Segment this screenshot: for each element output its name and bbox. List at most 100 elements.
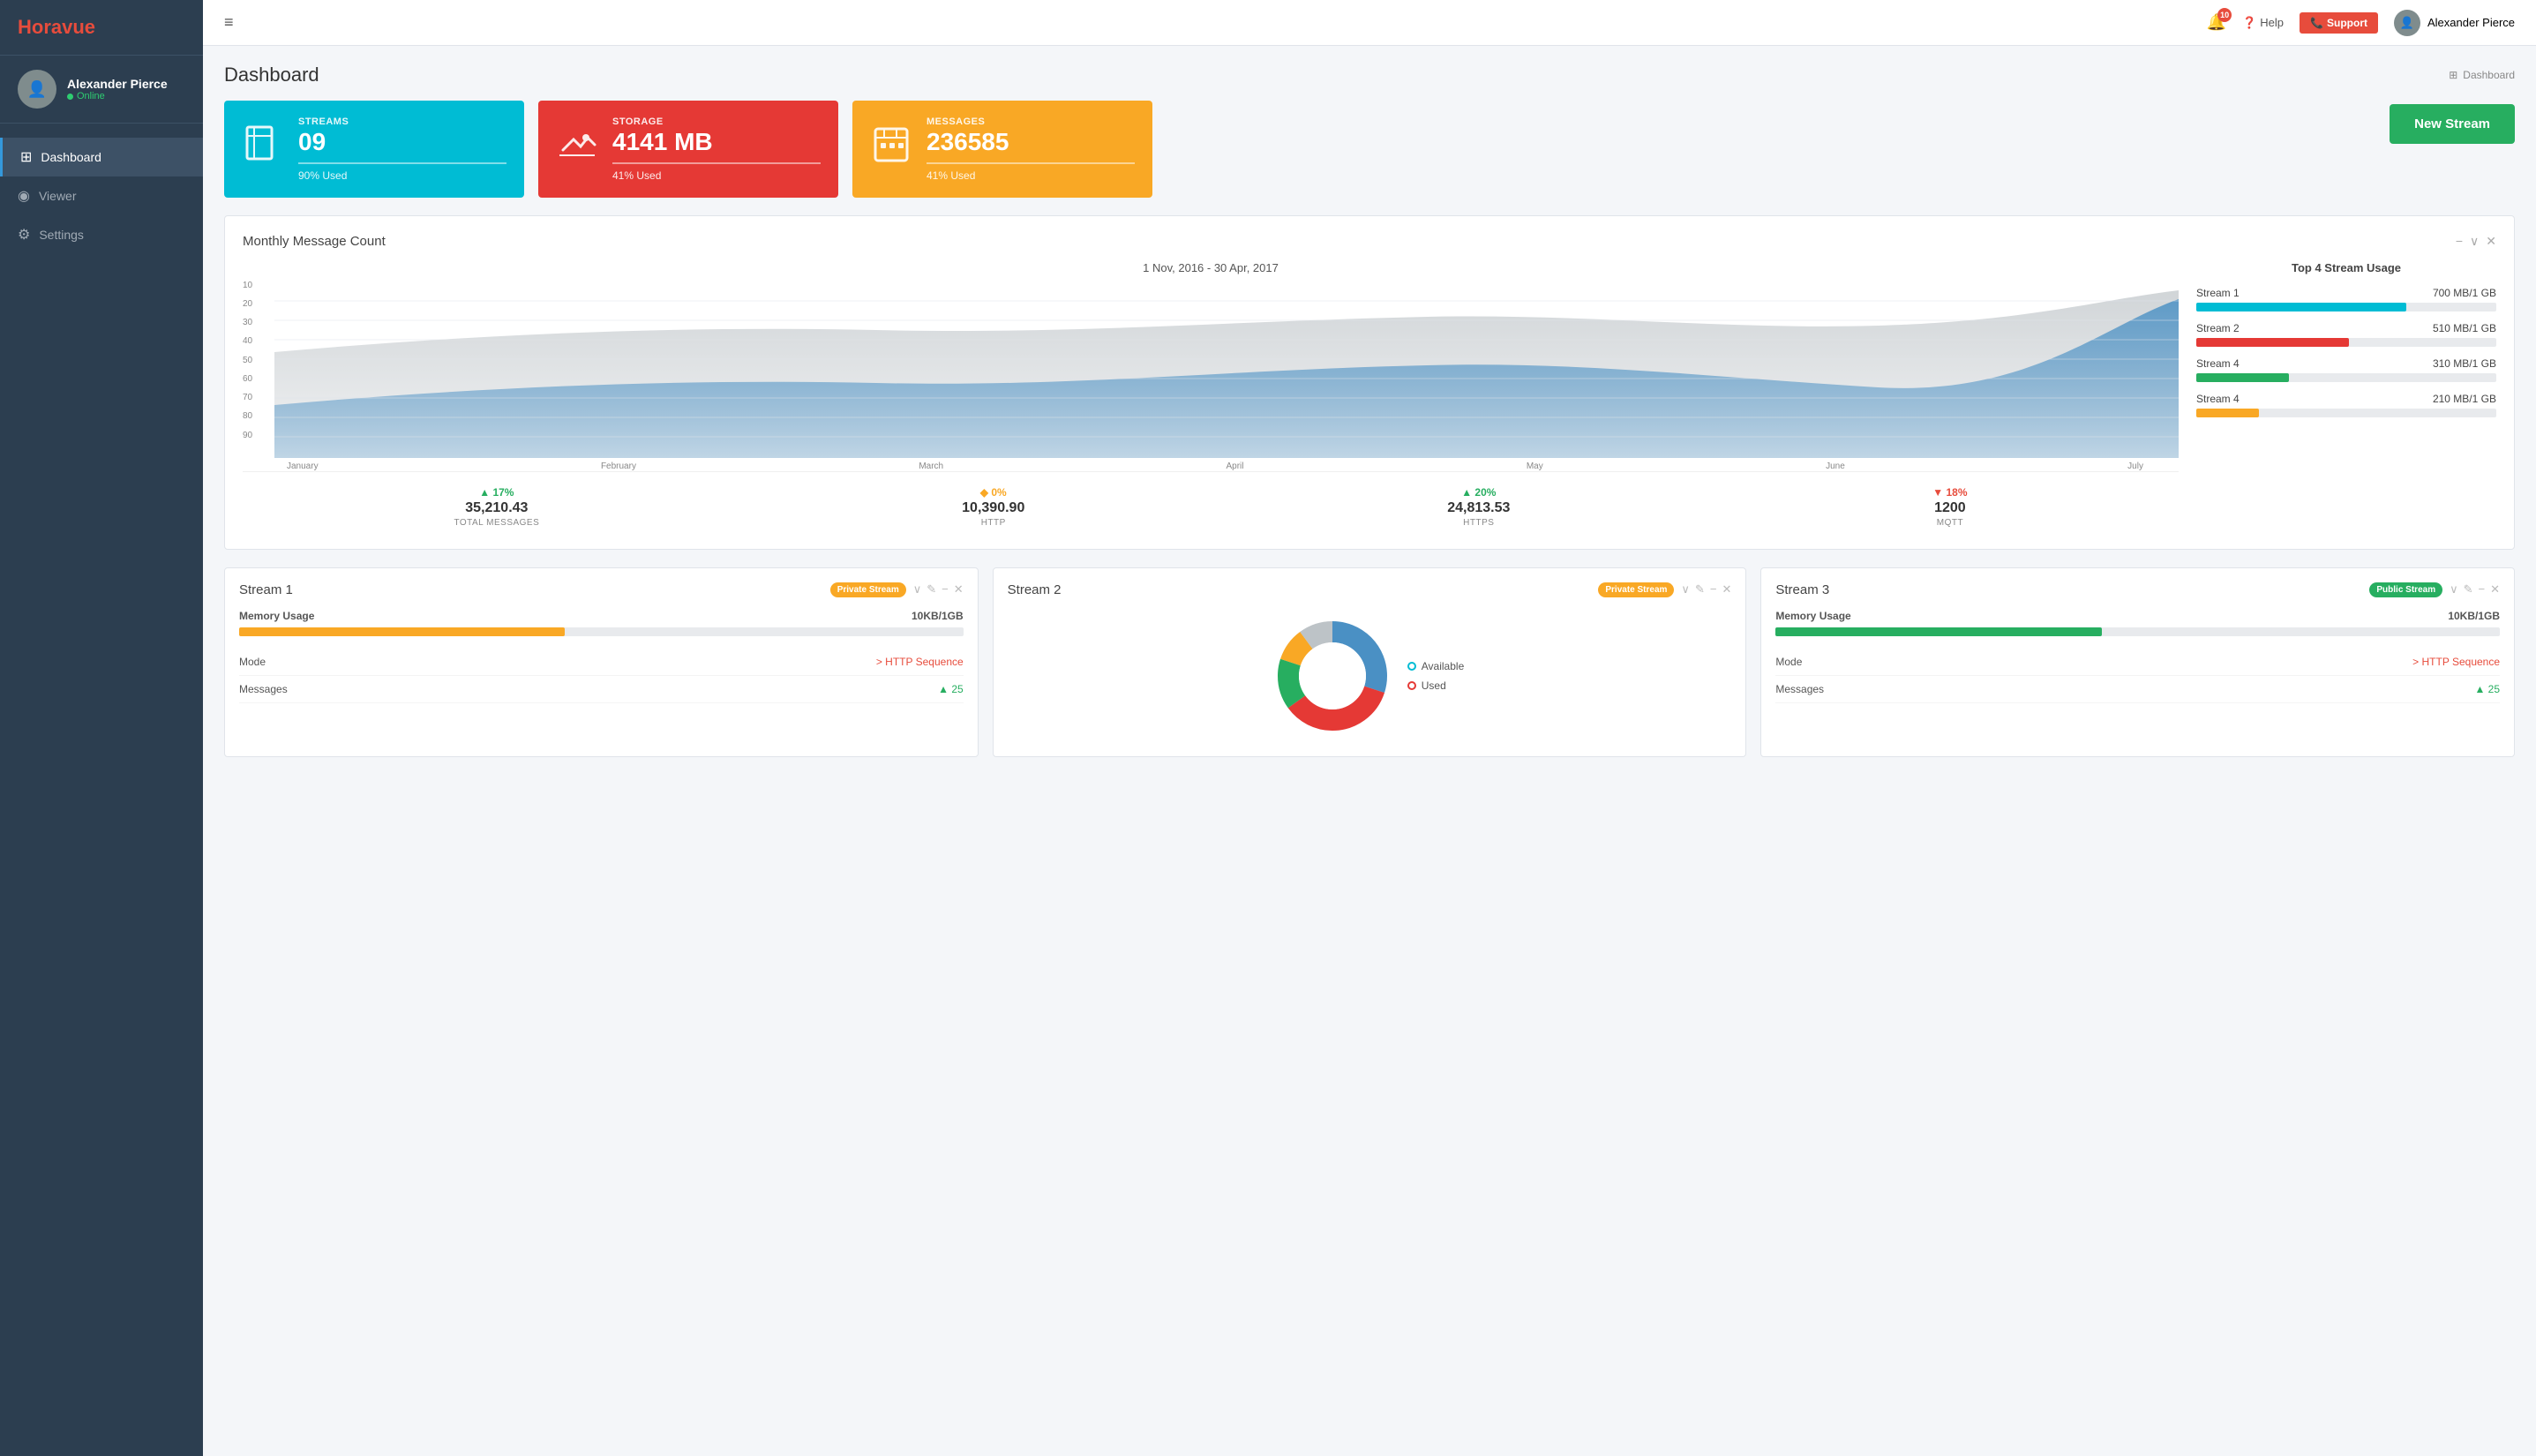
stream4-name: Stream 4 [2196,393,2240,405]
logo-text: Horavue [18,16,95,38]
notification-bell[interactable]: 🔔 10 [2207,13,2226,32]
legend-available: Available [1407,660,1464,672]
stream3-badge: Public Stream [2369,582,2442,597]
main-area: ≡ 🔔 10 ❓ Help 📞 Support 👤 Alexander Pier… [203,0,2536,1456]
status-dot [67,94,73,100]
minimize-icon[interactable]: − [2456,234,2463,249]
http-stat: ◆ 0% 10,390.90 HTTP [962,486,1024,528]
topbar: ≡ 🔔 10 ❓ Help 📞 Support 👤 Alexander Pier… [203,0,2536,46]
messages-card: MESSAGES 236585 41% Used [852,101,1152,198]
new-stream-button[interactable]: New Stream [2390,104,2515,144]
storage-info: STORAGE 4141 MB 41% Used [612,116,821,182]
breadcrumb: ⊞ Dashboard [2449,69,2515,81]
edit-icon[interactable]: ✎ [2464,582,2473,597]
sidebar-item-viewer[interactable]: ◉ Viewer [0,176,203,215]
https-stat: ▲ 20% 24,813.53 HTTPS [1447,486,1510,528]
chevron-down-icon[interactable]: ∨ [913,582,922,597]
storage-card: STORAGE 4141 MB 41% Used [538,101,838,198]
streams-info: STREAMS 09 90% Used [298,116,506,182]
total-messages-change: ▲ 17% [454,486,539,499]
sidebar-item-label: Dashboard [41,150,101,164]
stats-summary: ▲ 17% 35,210.43 TOTAL MESSAGES ◆ 0% 10,3… [243,471,2179,531]
stream-card-1: Stream 1 Private Stream ∨ ✎ − ✕ Memory U… [224,567,979,757]
stream-usage-title: Top 4 Stream Usage [2196,261,2496,274]
http-value: 10,390.90 [962,500,1024,516]
stream-card-2: Stream 2 Private Stream ∨ ✎ − ✕ [993,567,1747,757]
close-icon[interactable]: ✕ [1722,582,1731,597]
available-dot [1407,662,1416,671]
messages-used: 41% Used [927,169,1135,182]
stream4-bar [2196,409,2259,417]
total-messages-label: TOTAL MESSAGES [454,518,539,528]
memory-bar-3 [1775,627,2101,636]
support-button[interactable]: 📞 Support [2300,12,2378,34]
page-header: Dashboard ⊞ Dashboard [224,64,2515,86]
panel-title: Monthly Message Count [243,234,386,249]
logo: Horavue [0,0,203,56]
minimize-icon[interactable]: − [942,582,949,597]
used-dot [1407,681,1416,690]
stream1-mode: Mode > HTTP Sequence [239,649,964,676]
dashboard-icon: ⊞ [20,148,32,166]
logo-hora: Horavue [18,16,95,38]
close-icon[interactable]: ✕ [2490,582,2500,597]
streams-icon [242,124,284,175]
total-messages-stat: ▲ 17% 35,210.43 TOTAL MESSAGES [454,486,539,528]
close-icon[interactable]: ✕ [954,582,964,597]
mqtt-label: MQTT [1932,518,1967,528]
help-button[interactable]: ❓ Help [2242,16,2284,30]
sidebar-item-dashboard[interactable]: ⊞ Dashboard [0,138,203,176]
donut-chart [1275,619,1390,733]
topbar-user[interactable]: 👤 Alexander Pierce [2394,10,2515,36]
memory-label-3: Memory Usage [1775,610,1850,622]
donut-wrap: Available Used [1008,610,1732,742]
page-title: Dashboard [224,64,319,86]
close-icon[interactable]: ✕ [2486,234,2496,249]
donut-legend: Available Used [1407,660,1464,692]
chart-container: 1 Nov, 2016 - 30 Apr, 2017 90 80 70 60 5… [243,261,2496,531]
stream2-title: Stream 2 [1008,582,1592,597]
streams-row: Stream 1 Private Stream ∨ ✎ − ✕ Memory U… [224,567,2515,757]
stream3-name: Stream 4 [2196,357,2240,370]
streams-label: STREAMS [298,116,506,127]
stream-usage-2: Stream 2 510 MB/1 GB [2196,322,2496,347]
http-change: ◆ 0% [962,486,1024,499]
stream1-bar [2196,303,2406,311]
stream1-usage: 700 MB/1 GB [2433,287,2496,299]
edit-icon[interactable]: ✎ [927,582,936,597]
sidebar-item-label: Settings [39,228,84,242]
total-messages-value: 35,210.43 [454,500,539,516]
stream-usage-3: Stream 4 310 MB/1 GB [2196,357,2496,382]
main-chart-svg [274,281,2179,458]
streams-divider [298,162,506,164]
memory-label-1: Memory Usage [239,610,314,622]
stream-usage-4: Stream 4 210 MB/1 GB [2196,393,2496,417]
chart-x-labels: January February March April May June Ju… [243,458,2179,471]
messages-info: MESSAGES 236585 41% Used [927,116,1135,182]
streams-used: 90% Used [298,169,506,182]
hamburger-icon[interactable]: ≡ [224,13,234,32]
streams-card: STREAMS 09 90% Used [224,101,524,198]
stream2-usage: 510 MB/1 GB [2433,322,2496,334]
stream1-name: Stream 1 [2196,287,2240,299]
phone-icon: 📞 [2310,17,2323,29]
sidebar-item-settings[interactable]: ⚙ Settings [0,215,203,254]
stream1-messages: Messages ▲ 25 [239,676,964,703]
stream-usage-1: Stream 1 700 MB/1 GB [2196,287,2496,311]
breadcrumb-icon: ⊞ [2449,69,2457,81]
minimize-icon[interactable]: − [1710,582,1717,597]
chart-svg-wrap: 90 80 70 60 50 40 30 20 10 [243,281,2179,458]
chart-date: 1 Nov, 2016 - 30 Apr, 2017 [243,261,2179,274]
stream3-mode: Mode > HTTP Sequence [1775,649,2500,676]
chevron-down-icon[interactable]: ∨ [1681,582,1690,597]
mqtt-change: ▼ 18% [1932,486,1967,499]
chevron-down-icon[interactable]: ∨ [2450,582,2458,597]
minimize-icon[interactable]: − [2479,582,2486,597]
edit-icon[interactable]: ✎ [1695,582,1705,597]
messages-label: MESSAGES [927,116,1135,127]
messages-icon [870,124,912,175]
expand-icon[interactable]: ∨ [2470,234,2479,249]
user-info: Alexander Pierce Online [67,77,168,101]
topbar-right: 🔔 10 ❓ Help 📞 Support 👤 Alexander Pierce [2207,10,2515,36]
stream4-usage: 210 MB/1 GB [2433,393,2496,405]
